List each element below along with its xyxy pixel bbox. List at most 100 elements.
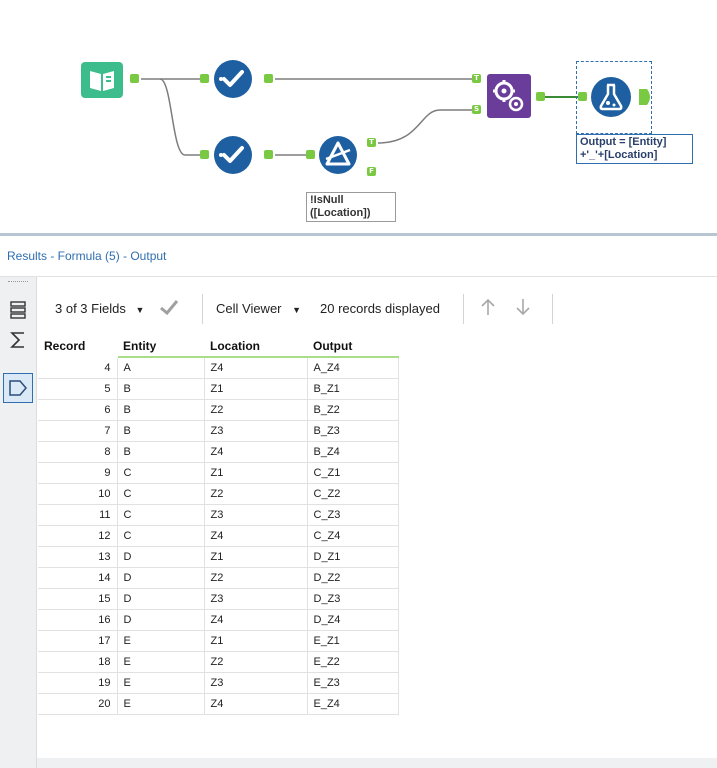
table-row[interactable]: 13 D Z1 D_Z1: [38, 546, 399, 568]
cell-entity[interactable]: E: [117, 693, 205, 715]
cell-location[interactable]: Z1: [204, 630, 308, 652]
cell-output[interactable]: C_Z2: [307, 483, 399, 505]
cell-viewer-dropdown[interactable]: Cell Viewer ▼: [216, 301, 301, 316]
cell-location[interactable]: Z2: [204, 399, 308, 421]
pane-splitter[interactable]: [0, 233, 717, 236]
cell-entity[interactable]: D: [117, 588, 205, 610]
cell-output[interactable]: D_Z3: [307, 588, 399, 610]
cell-entity[interactable]: B: [117, 420, 205, 442]
cell-output[interactable]: D_Z2: [307, 567, 399, 589]
cell-location[interactable]: Z1: [204, 546, 308, 568]
cell-location[interactable]: Z2: [204, 567, 308, 589]
cell-entity[interactable]: C: [117, 483, 205, 505]
filter-true-anchor[interactable]: T: [367, 138, 376, 147]
table-row[interactable]: 6 B Z2 B_Z2: [38, 399, 399, 421]
cell-record[interactable]: 20: [38, 693, 118, 715]
cell-entity[interactable]: E: [117, 651, 205, 673]
cell-entity[interactable]: D: [117, 546, 205, 568]
cell-output[interactable]: E_Z2: [307, 651, 399, 673]
cell-record[interactable]: 19: [38, 672, 118, 694]
select-top-input-anchor[interactable]: [200, 74, 209, 83]
column-header-record[interactable]: Record: [38, 336, 117, 357]
cell-entity[interactable]: E: [117, 672, 205, 694]
column-header-location[interactable]: Location: [204, 336, 307, 358]
cell-output[interactable]: B_Z3: [307, 420, 399, 442]
table-row[interactable]: 18 E Z2 E_Z2: [38, 651, 399, 673]
table-row[interactable]: 19 E Z3 E_Z3: [38, 672, 399, 694]
cell-location[interactable]: Z4: [204, 357, 308, 379]
table-row[interactable]: 8 B Z4 B_Z4: [38, 441, 399, 463]
cell-entity[interactable]: C: [117, 525, 205, 547]
select-bottom-input-anchor[interactable]: [200, 150, 209, 159]
cell-entity[interactable]: D: [117, 567, 205, 589]
table-row[interactable]: 9 C Z1 C_Z1: [38, 462, 399, 484]
cell-output[interactable]: B_Z1: [307, 378, 399, 400]
cell-output[interactable]: E_Z4: [307, 693, 399, 715]
cell-entity[interactable]: E: [117, 630, 205, 652]
input-output-anchor[interactable]: [130, 74, 139, 83]
workflow-canvas[interactable]: T F T S !IsNull ([Location]) Output = [E…: [0, 0, 717, 233]
column-header-entity[interactable]: Entity: [117, 336, 204, 358]
cell-entity[interactable]: C: [117, 504, 205, 526]
column-header-output[interactable]: Output: [307, 336, 398, 358]
cell-output[interactable]: B_Z2: [307, 399, 399, 421]
scroll-down-button[interactable]: [515, 298, 531, 319]
cell-record[interactable]: 12: [38, 525, 118, 547]
filter-false-anchor[interactable]: F: [367, 167, 376, 176]
cell-entity[interactable]: A: [117, 357, 205, 379]
formula-input-anchor[interactable]: [578, 92, 587, 101]
table-row[interactable]: 11 C Z3 C_Z3: [38, 504, 399, 526]
cell-record[interactable]: 6: [38, 399, 118, 421]
cell-entity[interactable]: B: [117, 441, 205, 463]
scroll-up-button[interactable]: [480, 298, 496, 319]
union-tool[interactable]: [486, 73, 532, 119]
fields-dropdown[interactable]: 3 of 3 Fields ▼: [55, 301, 144, 316]
table-row[interactable]: 5 B Z1 B_Z1: [38, 378, 399, 400]
cell-output[interactable]: E_Z3: [307, 672, 399, 694]
cell-record[interactable]: 8: [38, 441, 118, 463]
cell-location[interactable]: Z1: [204, 378, 308, 400]
metadata-view-button[interactable]: [7, 299, 29, 321]
input-data-tool[interactable]: [80, 61, 124, 99]
cell-output[interactable]: D_Z4: [307, 609, 399, 631]
cell-record[interactable]: 16: [38, 609, 118, 631]
cell-output[interactable]: A_Z4: [307, 357, 399, 379]
cell-output[interactable]: D_Z1: [307, 546, 399, 568]
summary-view-button[interactable]: [7, 329, 29, 351]
cell-entity[interactable]: B: [117, 378, 205, 400]
cell-output[interactable]: B_Z4: [307, 441, 399, 463]
cell-entity[interactable]: D: [117, 609, 205, 631]
cell-output[interactable]: E_Z1: [307, 630, 399, 652]
select-tool-top[interactable]: [213, 59, 253, 99]
filter-input-anchor[interactable]: [306, 150, 315, 159]
cell-record[interactable]: 5: [38, 378, 118, 400]
table-row[interactable]: 20 E Z4 E_Z4: [38, 693, 399, 715]
cell-location[interactable]: Z4: [204, 609, 308, 631]
cell-record[interactable]: 11: [38, 504, 118, 526]
formula-tool[interactable]: [590, 76, 632, 118]
table-row[interactable]: 14 D Z2 D_Z2: [38, 567, 399, 589]
cell-location[interactable]: Z2: [204, 483, 308, 505]
cell-record[interactable]: 15: [38, 588, 118, 610]
table-row[interactable]: 4 A Z4 A_Z4: [38, 357, 399, 379]
table-row[interactable]: 12 C Z4 C_Z4: [38, 525, 399, 547]
cell-record[interactable]: 10: [38, 483, 118, 505]
data-view-button[interactable]: [3, 373, 33, 403]
union-t-anchor[interactable]: T: [472, 74, 481, 83]
cell-output[interactable]: C_Z1: [307, 462, 399, 484]
cell-location[interactable]: Z3: [204, 420, 308, 442]
select-top-output-anchor[interactable]: [264, 74, 273, 83]
select-tool-bottom[interactable]: [213, 135, 253, 175]
cell-location[interactable]: Z1: [204, 462, 308, 484]
formula-output-anchor[interactable]: [638, 88, 654, 106]
table-row[interactable]: 15 D Z3 D_Z3: [38, 588, 399, 610]
cell-output[interactable]: C_Z4: [307, 525, 399, 547]
table-row[interactable]: 17 E Z1 E_Z1: [38, 630, 399, 652]
union-s-anchor[interactable]: S: [472, 105, 481, 114]
cell-location[interactable]: Z3: [204, 672, 308, 694]
cell-record[interactable]: 14: [38, 567, 118, 589]
table-row[interactable]: 7 B Z3 B_Z3: [38, 420, 399, 442]
apply-checkmark-button[interactable]: [159, 299, 179, 318]
cell-record[interactable]: 9: [38, 462, 118, 484]
cell-record[interactable]: 4: [38, 357, 118, 379]
